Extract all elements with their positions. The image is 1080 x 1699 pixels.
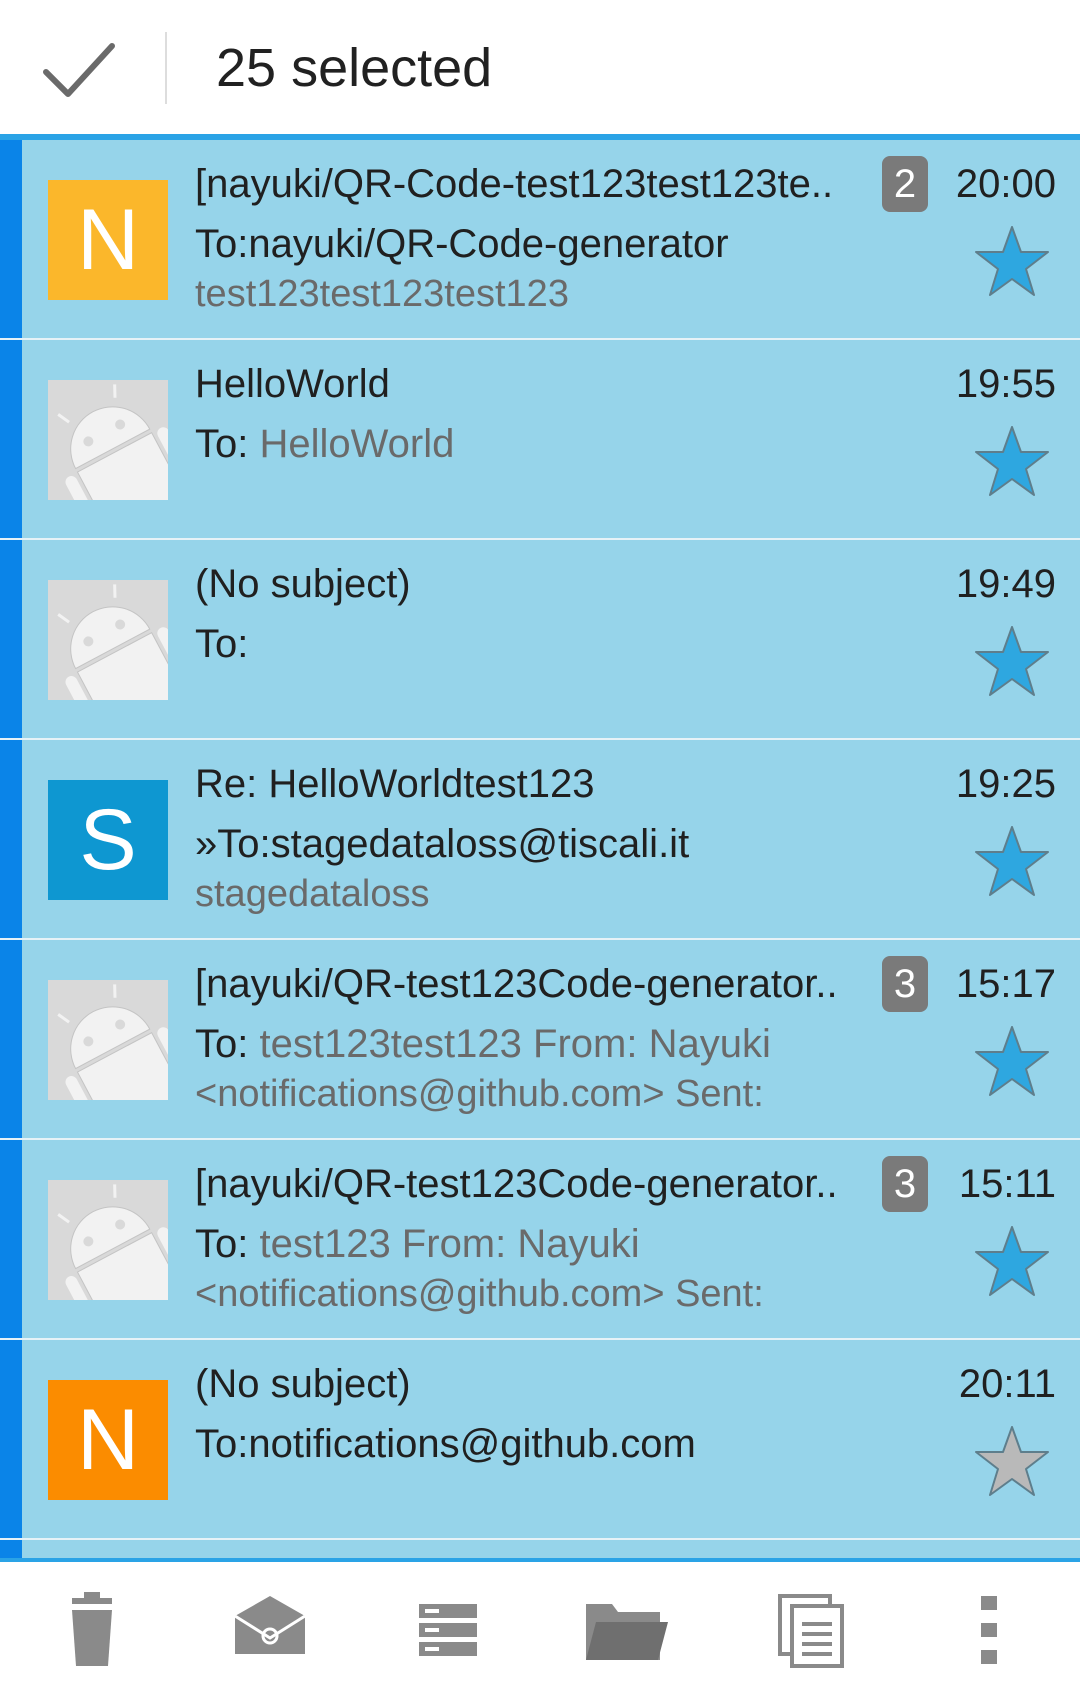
email-subject: [nayuki/QR-Code-test123test123te.. [195,162,834,206]
email-time: 19:25 [955,762,1056,806]
selection-indicator [0,940,22,1140]
star-icon[interactable] [973,1224,1051,1298]
email-time: 19:49 [955,562,1056,606]
recipient-label: To: [195,1222,260,1266]
star-icon[interactable] [973,424,1051,498]
email-row-partial[interactable] [0,1540,1080,1560]
android-avatar-icon[interactable] [48,980,168,1100]
recipient-label: To: [195,622,249,666]
selection-count-title: 25 selected [216,38,493,98]
email-recipient: To: HelloWorld [195,420,1015,468]
email-subject: HelloWorld [195,362,390,406]
recipient-label: To: [195,422,260,466]
email-recipient: »To:stagedataloss@tiscali.it [195,820,1015,868]
email-row[interactable]: (No subject) To: 19:49 [0,540,1080,740]
email-recipient: To: test123 From: Nayuki [195,1220,1015,1268]
contact-avatar[interactable]: N [48,180,168,300]
android-avatar-icon[interactable] [48,580,168,700]
email-row[interactable]: [nayuki/QR-test123Code-generator.. To: te… [0,940,1080,1140]
recipient-detail: HelloWorld [259,422,455,466]
recipient-label: To:nayuki/QR-Code-generator [195,222,729,266]
email-time: 20:11 [958,1362,1056,1406]
email-subject: [nayuki/QR-test123Code-generator.. [195,1162,838,1206]
mark-read-icon[interactable] [225,1590,315,1670]
android-avatar-icon[interactable] [48,1180,168,1300]
star-icon[interactable] [973,1424,1051,1498]
email-row[interactable]: N [nayuki/QR-Code-test123test123te.. To:na… [0,140,1080,340]
email-subject: (No subject) [195,562,411,606]
folder-icon[interactable] [582,1590,672,1670]
star-icon[interactable] [973,224,1051,298]
thread-count-badge: 2 [882,156,928,212]
contact-avatar[interactable]: S [48,780,168,900]
email-recipient: To:nayuki/QR-Code-generator [195,220,1015,268]
email-subject: (No subject) [195,1362,411,1406]
email-preview: <notifications@github.com> Sent: [195,1273,764,1315]
email-row[interactable]: S Re: HelloWorldtest123 »To:stagedataloss@… [0,740,1080,940]
thread-count-badge: 3 [882,1156,928,1212]
email-recipient: To:notifications@github.com [195,1420,1015,1468]
bottom-action-bar [0,1562,1080,1699]
email-preview: test123test123test123 [195,273,569,315]
email-time: 15:11 [958,1162,1056,1206]
selection-indicator [0,1340,22,1540]
recipient-detail: test123test123 From: Nayuki [259,1022,771,1066]
email-preview: stagedataloss [195,873,430,915]
email-time: 20:00 [955,162,1056,206]
selection-indicator [0,340,22,540]
email-list: N [nayuki/QR-Code-test123test123te.. To:na… [0,140,1080,1560]
email-row[interactable]: [nayuki/QR-test123Code-generator.. To: te… [0,1140,1080,1340]
selection-indicator [0,1140,22,1340]
selection-indicator [0,540,22,740]
more-options-icon[interactable] [944,1590,1034,1670]
android-avatar-icon[interactable] [48,380,168,500]
recipient-detail: test123 From: Nayuki [259,1222,640,1266]
email-time: 15:17 [955,962,1056,1006]
delete-icon[interactable] [46,1590,136,1670]
email-time: 19:55 [955,362,1056,406]
email-subject: [nayuki/QR-test123Code-generator.. [195,962,838,1006]
move-to-list-icon[interactable] [403,1590,493,1670]
selection-indicator [0,740,22,940]
contact-avatar[interactable]: N [48,1380,168,1500]
star-icon[interactable] [973,624,1051,698]
recipient-label: »To:stagedataloss@tiscali.it [195,822,690,866]
thread-count-badge: 3 [882,956,928,1012]
email-row[interactable]: HelloWorld To: HelloWorld 19:55 [0,340,1080,540]
email-recipient: To: test123test123 From: Nayuki [195,1020,1015,1068]
selection-indicator [0,140,22,340]
toolbar-divider [165,32,167,104]
recipient-label: To: [195,1022,260,1066]
email-row[interactable]: N (No subject) To:notifications@github.com… [0,1340,1080,1540]
email-recipient: To: [195,620,1015,668]
star-icon[interactable] [973,824,1051,898]
email-subject: Re: HelloWorldtest123 [195,762,595,806]
selection-indicator [0,1540,22,1560]
action-bar: 25 selected [0,0,1080,134]
copy-icon[interactable] [770,1590,860,1670]
star-icon[interactable] [973,1024,1051,1098]
done-check-icon[interactable] [40,38,120,102]
recipient-label: To:notifications@github.com [195,1422,696,1466]
email-preview: <notifications@github.com> Sent: [195,1073,764,1115]
